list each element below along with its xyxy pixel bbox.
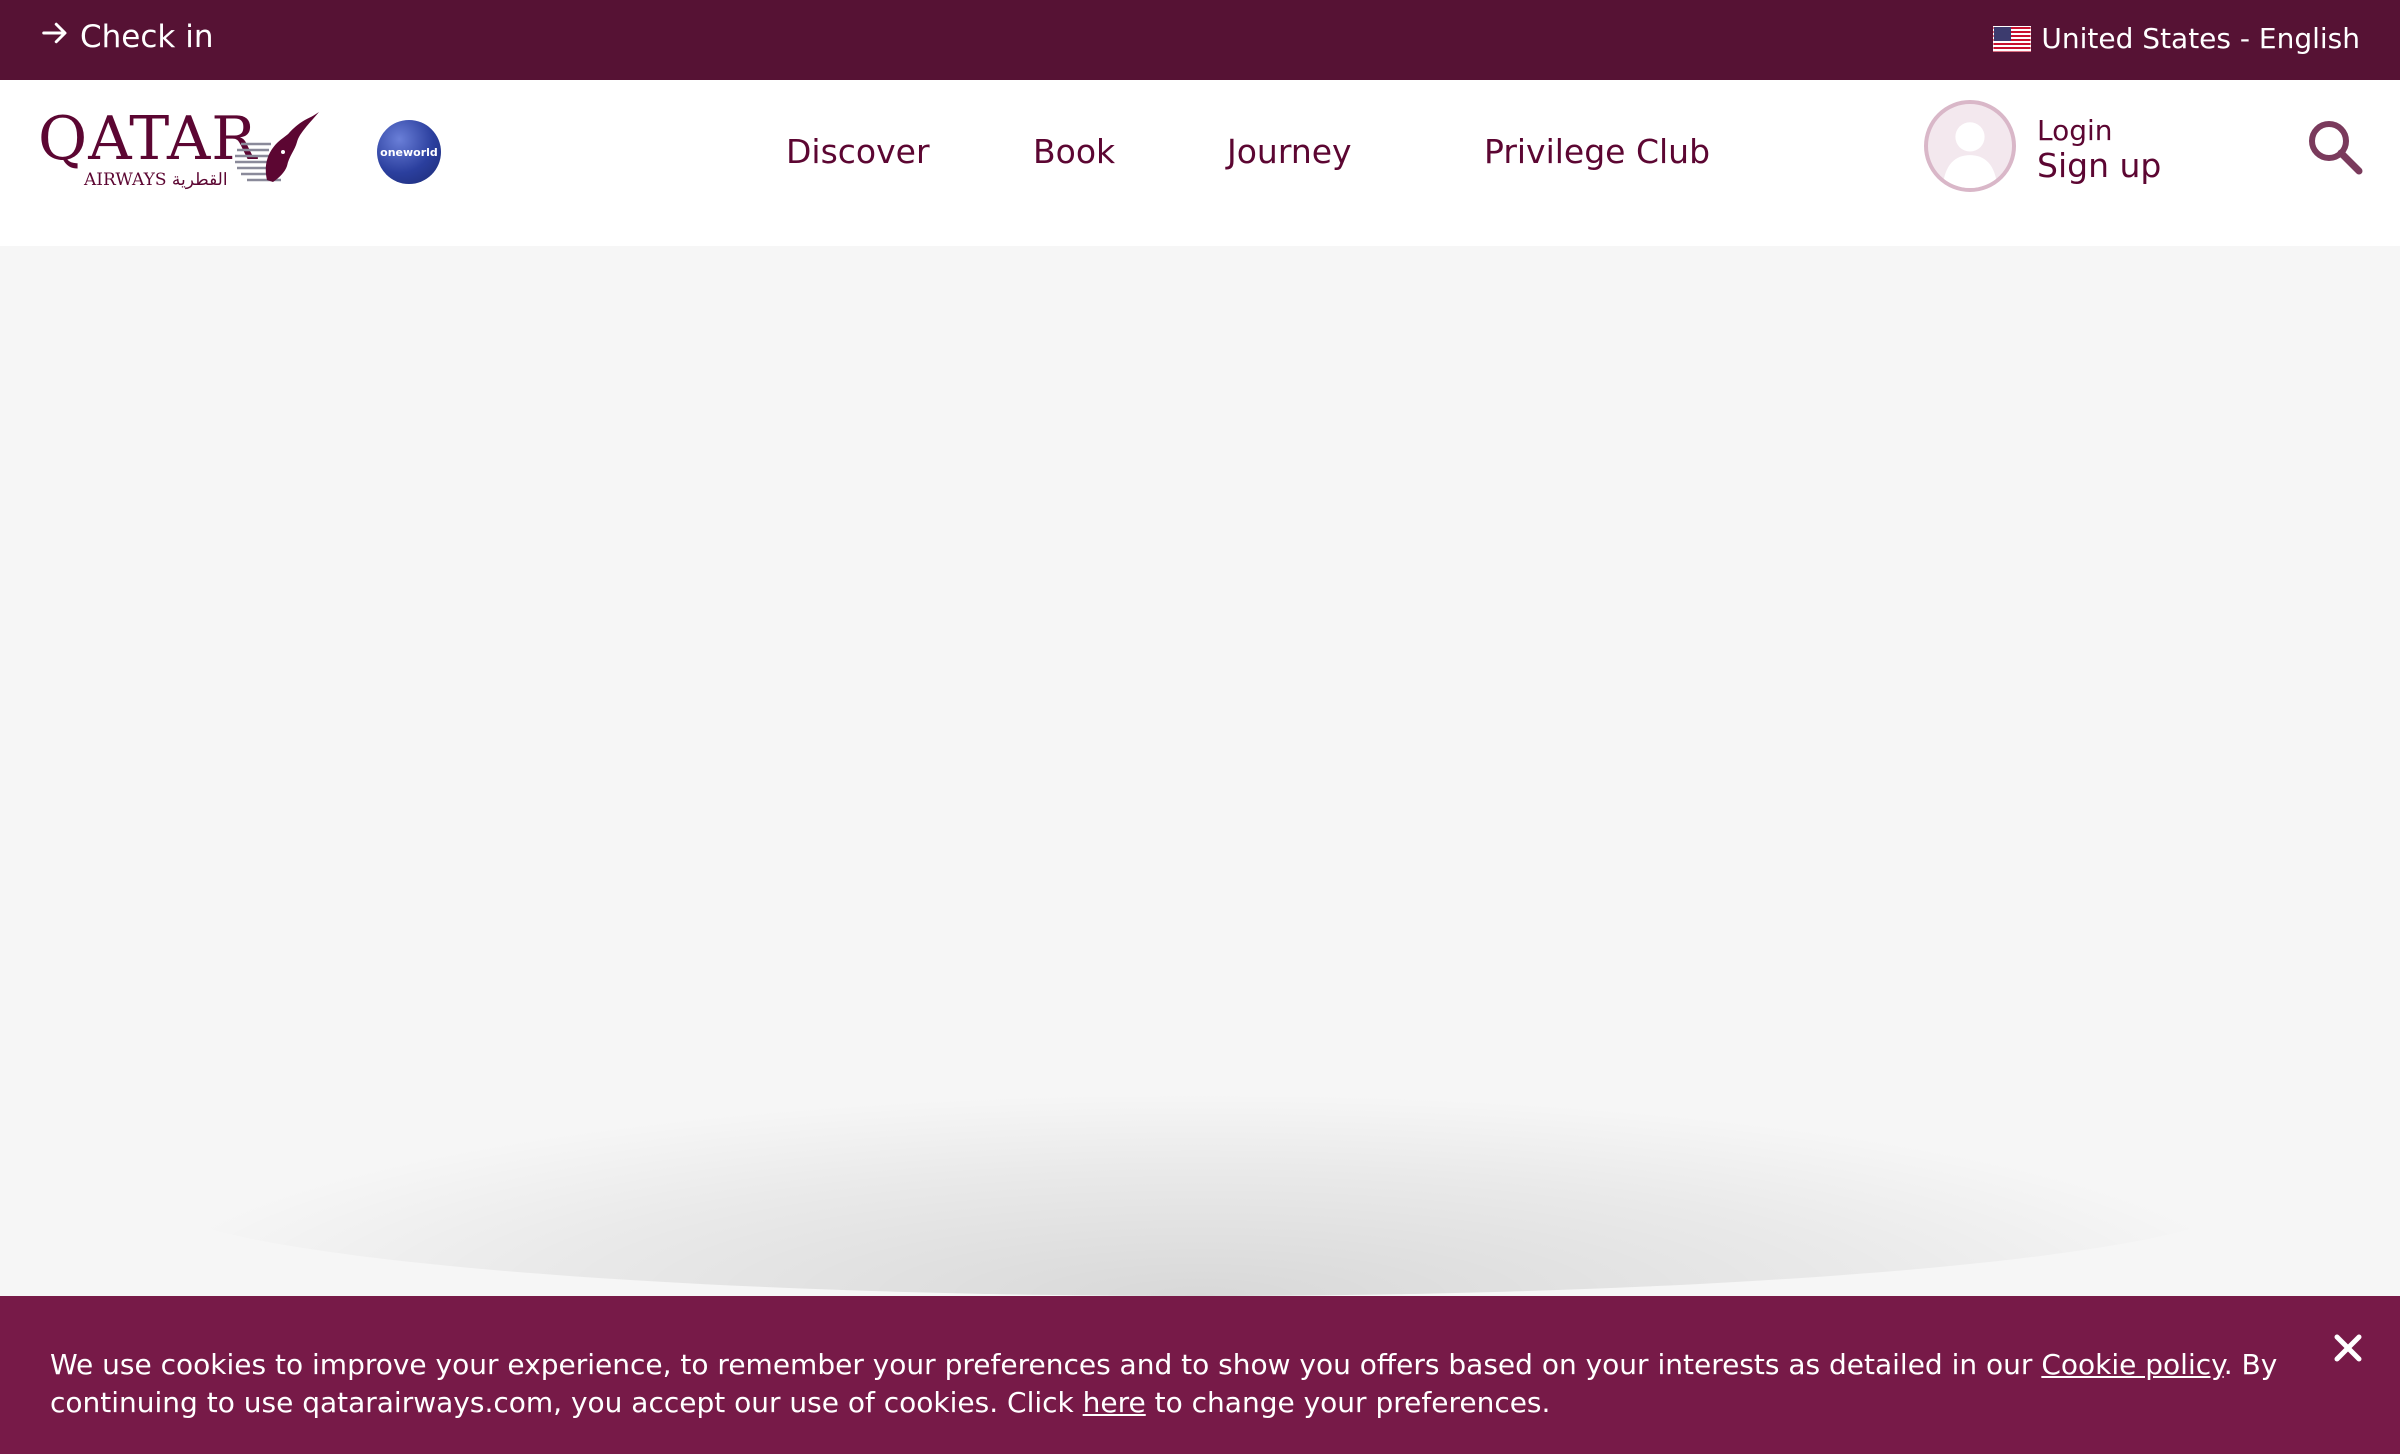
cookie-banner: We use cookies to improve your experienc…	[0, 1296, 2400, 1454]
login-link[interactable]: Login	[2037, 114, 2113, 147]
close-icon[interactable]	[2330, 1330, 2366, 1366]
cookie-text-part3: to change your preferences.	[1145, 1386, 1551, 1419]
content-shadow	[150, 1096, 2250, 1296]
search-icon[interactable]	[2306, 118, 2364, 176]
oneworld-badge[interactable]: oneworld	[377, 120, 441, 184]
cookie-message: We use cookies to improve your experienc…	[50, 1346, 2320, 1422]
arrow-right-icon	[40, 18, 70, 56]
main-content-area	[0, 246, 2400, 1296]
user-avatar-icon[interactable]	[1924, 100, 2016, 192]
check-in-link[interactable]: Check in	[40, 18, 213, 56]
nav-book[interactable]: Book	[1033, 132, 1115, 171]
sign-up-link[interactable]: Sign up	[2037, 146, 2161, 185]
logo-subtitle: AIRWAYS القطرية	[84, 170, 228, 190]
locale-label: United States - English	[2041, 22, 2360, 55]
locale-selector[interactable]: United States - English	[1993, 22, 2360, 55]
logo-wordmark: QATAR	[38, 104, 258, 174]
nav-journey[interactable]: Journey	[1227, 132, 1352, 171]
top-utility-bar: Check in United States - English	[0, 0, 2400, 80]
check-in-label: Check in	[80, 19, 214, 55]
main-header: QATAR AIRWAYS القطرية oneworld Discover …	[0, 80, 2400, 246]
us-flag-icon	[1993, 25, 2032, 52]
nav-privilege-club[interactable]: Privilege Club	[1484, 132, 1710, 171]
oryx-icon	[235, 112, 319, 182]
cookie-text-part1: We use cookies to improve your experienc…	[50, 1348, 2042, 1381]
qatar-airways-logo[interactable]: QATAR AIRWAYS القطرية	[38, 104, 328, 204]
cookie-policy-link[interactable]: Cookie policy	[2041, 1348, 2223, 1381]
cookie-preferences-link[interactable]: here	[1083, 1386, 1146, 1419]
nav-discover[interactable]: Discover	[786, 132, 930, 171]
